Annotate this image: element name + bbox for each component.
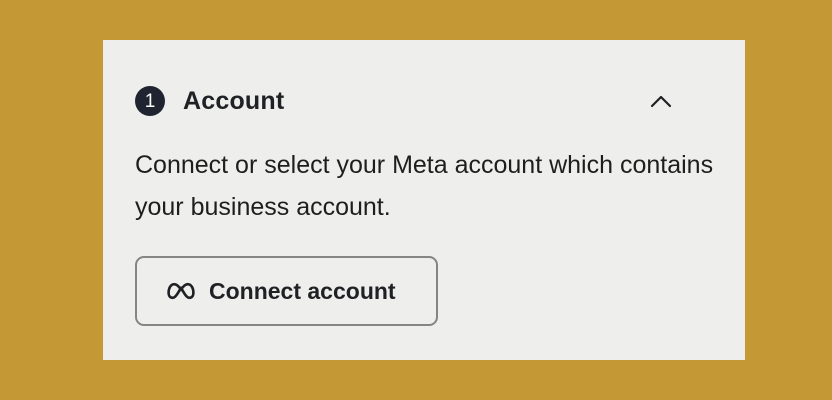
section-title: Account	[183, 86, 285, 115]
collapse-section-button[interactable]	[649, 91, 673, 111]
account-card: 1 Account Connect or select your Meta ac…	[103, 40, 745, 360]
account-section-header[interactable]: 1 Account	[135, 85, 713, 117]
meta-logo-icon	[166, 281, 196, 301]
chevron-up-icon	[650, 95, 672, 108]
step-number-badge: 1	[135, 86, 165, 116]
section-description: Connect or select your Meta account whic…	[135, 151, 714, 221]
connect-account-label: Connect account	[209, 277, 396, 304]
connect-account-button[interactable]: Connect account	[135, 256, 438, 326]
